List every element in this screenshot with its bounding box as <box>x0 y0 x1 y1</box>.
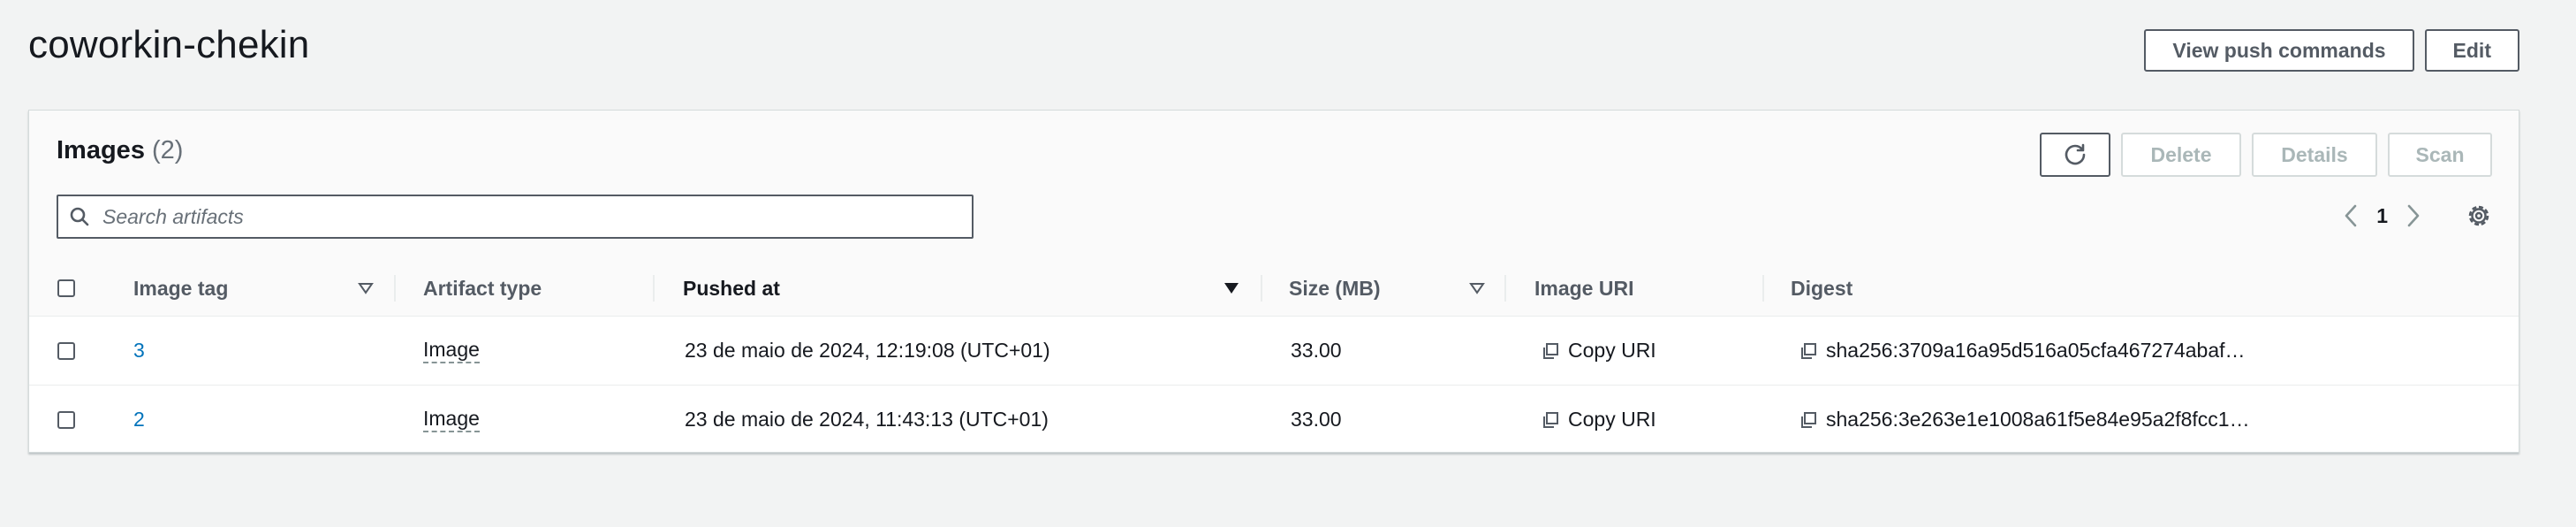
chevron-right-icon[interactable] <box>2406 203 2421 228</box>
sort-desc-icon <box>1224 283 1239 294</box>
search-input[interactable] <box>101 203 899 230</box>
copy-uri-button[interactable]: Copy URI <box>1542 339 1656 363</box>
artifact-type-text[interactable]: Image <box>423 407 480 432</box>
table-row: 2 Image 23 de maio de 2024, 11:43:13 (UT… <box>29 386 2519 454</box>
copy-icon <box>1543 342 1558 359</box>
view-push-commands-button[interactable]: View push commands <box>2144 29 2414 72</box>
column-digest: Digest <box>1791 276 1853 300</box>
digest-cell: sha256:3e263e1e1008a61f5e84e95a2f8fcc1… <box>1799 386 2250 454</box>
copy-uri-button[interactable]: Copy URI <box>1542 408 1656 432</box>
column-artifact-type: Artifact type <box>423 276 542 300</box>
column-separator <box>1261 275 1262 302</box>
header-actions: View push commands Edit <box>2144 29 2519 72</box>
digest-text: sha256:3709a16a95d516a05cfa467274abaf… <box>1826 339 2246 362</box>
artifact-type-cell: Image <box>423 386 480 454</box>
delete-button[interactable]: Delete <box>2121 133 2241 177</box>
row-checkbox-cell <box>57 317 75 385</box>
pushed-at-cell: 23 de maio de 2024, 11:43:13 (UTC+01) <box>685 408 1049 431</box>
refresh-icon <box>2065 143 2086 165</box>
refresh-button[interactable] <box>2040 133 2110 177</box>
panel-actions: Delete Details Scan <box>2040 133 2492 177</box>
column-size[interactable]: Size (MB) <box>1289 261 1381 316</box>
pushed-at-cell: 23 de maio de 2024, 12:19:08 (UTC+01) <box>685 339 1050 362</box>
edit-button[interactable]: Edit <box>2424 29 2519 72</box>
digest-cell: sha256:3709a16a95d516a05cfa467274abaf… <box>1799 317 2246 385</box>
sort-icon[interactable] <box>1224 261 1239 316</box>
row-checkbox[interactable] <box>57 410 75 429</box>
search-icon <box>70 207 89 226</box>
image-uri-cell: Copy URI <box>1542 386 1656 454</box>
panel-header: Images (2) Delete Details Scan Search ar… <box>29 111 2519 262</box>
page-number[interactable]: 1 <box>2376 204 2388 228</box>
settings-icon[interactable] <box>2466 202 2492 229</box>
images-panel: Images (2) Delete Details Scan Search ar… <box>28 110 2519 453</box>
copy-icon <box>1543 411 1558 428</box>
image-uri-cell: Copy URI <box>1542 317 1656 385</box>
chevron-left-icon[interactable] <box>2343 203 2359 228</box>
search-box <box>57 195 974 239</box>
column-separator <box>1504 275 1506 302</box>
table-header: Image tag Artifact type Pushed at Size (… <box>29 261 2519 317</box>
artifact-type-cell: Image <box>423 317 480 385</box>
size-cell: 33.00 <box>1291 339 1342 362</box>
copy-icon <box>1801 342 1816 359</box>
artifact-type-text[interactable]: Image <box>423 338 480 363</box>
sort-icon[interactable] <box>358 261 374 316</box>
digest-text: sha256:3e263e1e1008a61f5e84e95a2f8fcc1… <box>1826 408 2250 431</box>
sort-icon-size <box>1469 283 1485 294</box>
page-title: coworkin-chekin <box>28 23 310 66</box>
column-pushed-at[interactable]: Pushed at <box>683 261 780 316</box>
image-tag-link[interactable]: 3 <box>133 317 145 385</box>
column-separator <box>653 275 655 302</box>
table-row: 3 Image 23 de maio de 2024, 12:19:08 (UT… <box>29 317 2519 386</box>
panel-title: Images (2) <box>57 136 183 165</box>
select-all-checkbox[interactable] <box>57 279 75 297</box>
row-checkbox-cell <box>57 386 75 454</box>
pagination: 1 <box>2343 202 2492 229</box>
sort-icon[interactable] <box>1469 261 1485 316</box>
copy-icon <box>1801 411 1816 428</box>
size-cell: 33.00 <box>1291 408 1342 431</box>
scan-button[interactable]: Scan <box>2388 133 2492 177</box>
sort-icon-image-tag <box>358 283 374 294</box>
copy-digest-button[interactable]: sha256:3709a16a95d516a05cfa467274abaf… <box>1799 339 2246 363</box>
column-image-tag[interactable]: Image tag <box>133 261 228 316</box>
row-checkbox[interactable] <box>57 341 75 360</box>
details-button[interactable]: Details <box>2252 133 2377 177</box>
copy-uri-label: Copy URI <box>1568 408 1656 431</box>
panel-title-text: Images <box>57 136 145 164</box>
image-tag-link[interactable]: 2 <box>133 386 145 454</box>
copy-uri-label: Copy URI <box>1568 339 1656 362</box>
copy-digest-button[interactable]: sha256:3e263e1e1008a61f5e84e95a2f8fcc1… <box>1799 408 2250 432</box>
column-separator <box>394 275 396 302</box>
column-image-uri: Image URI <box>1534 276 1634 300</box>
column-separator <box>1762 275 1764 302</box>
panel-count: (2) <box>152 136 184 164</box>
images-table: Image tag Artifact type Pushed at Size (… <box>29 261 2519 454</box>
select-all-checkbox-cell <box>57 261 75 316</box>
